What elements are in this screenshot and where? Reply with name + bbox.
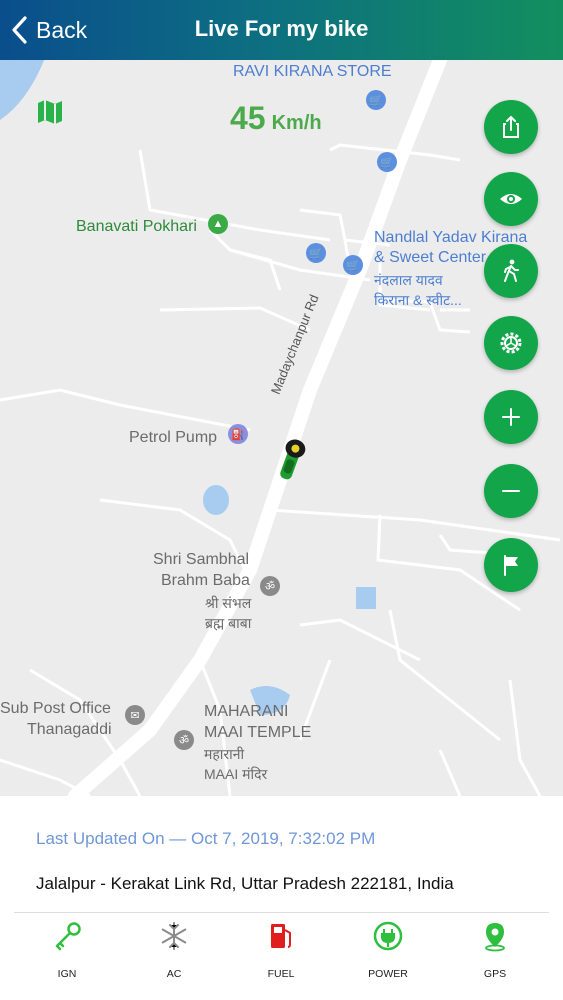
poi-label[interactable]: किराना & स्वीट... xyxy=(374,290,462,310)
poi-label[interactable]: Petrol Pump xyxy=(129,428,217,448)
status-ac[interactable]: AC xyxy=(134,920,214,980)
view-button[interactable] xyxy=(484,172,538,226)
poi-label[interactable]: Brahm Baba xyxy=(161,571,250,591)
bike-marker-icon[interactable] xyxy=(275,430,309,491)
shop-pin-icon[interactable]: 🛒 xyxy=(306,243,326,263)
share-icon xyxy=(503,115,519,138)
poi-label[interactable]: MAAI मंदिर xyxy=(204,764,267,784)
poi-label[interactable]: Shri Sambhal xyxy=(153,550,249,570)
key-icon xyxy=(55,922,81,951)
minus-icon xyxy=(502,490,520,492)
flag-button[interactable] xyxy=(484,538,538,592)
back-label: Back xyxy=(36,16,88,43)
poi-label[interactable]: श्री संभल xyxy=(205,593,251,613)
address-text: Jalalpur - Kerakat Link Rd, Uttar Prades… xyxy=(36,874,454,893)
poi-label[interactable]: नंदलाल यादव xyxy=(374,270,443,290)
snowflake-icon xyxy=(161,922,187,950)
fuel-icon xyxy=(271,924,291,948)
status-ignition[interactable]: IGN xyxy=(27,920,107,980)
settings-button[interactable] xyxy=(484,316,538,370)
back-button[interactable]: Back xyxy=(10,14,87,46)
last-updated-text: Last Updated On — Oct 7, 2019, 7:32:02 P… xyxy=(36,829,376,848)
pond-shape xyxy=(356,587,376,609)
status-label: IGN xyxy=(57,968,77,980)
poi-label[interactable]: Banavati Pokhari xyxy=(76,217,197,237)
share-button[interactable] xyxy=(484,100,538,154)
poi-label[interactable]: Thanagaddi xyxy=(27,720,112,740)
map-base xyxy=(0,60,561,796)
zoom-in-button[interactable] xyxy=(484,390,538,444)
poi-label[interactable]: महारानी xyxy=(204,744,244,764)
shop-pin-icon[interactable]: 🛒 xyxy=(343,255,363,275)
plus-icon xyxy=(502,408,520,426)
status-label: GPS xyxy=(483,968,507,980)
speed-value: 45 xyxy=(230,100,266,136)
chevron-left-icon xyxy=(12,16,27,44)
navigation-bar: Back Live For my bike xyxy=(0,0,563,60)
poi-label[interactable]: ब्रह्म बाबा xyxy=(205,613,251,633)
zoom-out-button[interactable] xyxy=(484,464,538,518)
speed-unit: Km/h xyxy=(271,112,322,134)
temple-pin-icon[interactable]: ॐ xyxy=(260,576,280,596)
status-label: FUEL xyxy=(267,968,295,980)
vehicle-info-panel: Last Updated On — Oct 7, 2019, 7:32:02 P… xyxy=(0,796,563,1000)
poi-label[interactable]: & Sweet Center xyxy=(374,248,486,268)
status-fuel[interactable]: FUEL xyxy=(241,920,321,980)
poi-label[interactable]: Sub Post Office xyxy=(0,699,111,719)
pond-shape xyxy=(203,485,229,515)
shop-pin-icon[interactable]: 🛒 xyxy=(377,152,397,172)
status-label: POWER xyxy=(368,968,408,980)
walking-person-icon xyxy=(504,259,519,282)
gps-icon xyxy=(485,923,505,952)
temple-pin-icon[interactable]: ॐ xyxy=(174,730,194,750)
walk-button[interactable] xyxy=(484,244,538,298)
gear-icon xyxy=(500,332,522,354)
map-view[interactable]: 45 Km/h RAVI KIRANA STORE 🛒 🛒 Banavati Po… xyxy=(0,60,563,796)
flag-icon xyxy=(504,555,518,576)
fuel-pin-icon[interactable]: ⛽ xyxy=(228,424,248,444)
park-pin-icon[interactable]: ▲ xyxy=(208,214,228,234)
poi-label[interactable]: RAVI KIRANA STORE xyxy=(233,62,392,82)
eye-icon xyxy=(500,194,522,204)
divider xyxy=(14,912,549,913)
poi-label[interactable]: MAHARANI xyxy=(204,702,288,722)
status-label: AC xyxy=(166,968,182,980)
power-plug-icon xyxy=(373,921,403,951)
map-type-icon[interactable] xyxy=(36,98,64,131)
shop-pin-icon[interactable]: 🛒 xyxy=(366,90,386,110)
poi-label[interactable]: MAAI TEMPLE xyxy=(204,723,311,743)
status-power[interactable]: POWER xyxy=(348,920,428,980)
speed-indicator: 45 Km/h xyxy=(230,100,322,137)
status-gps[interactable]: GPS xyxy=(455,920,535,980)
mail-pin-icon[interactable]: ✉ xyxy=(125,705,145,725)
